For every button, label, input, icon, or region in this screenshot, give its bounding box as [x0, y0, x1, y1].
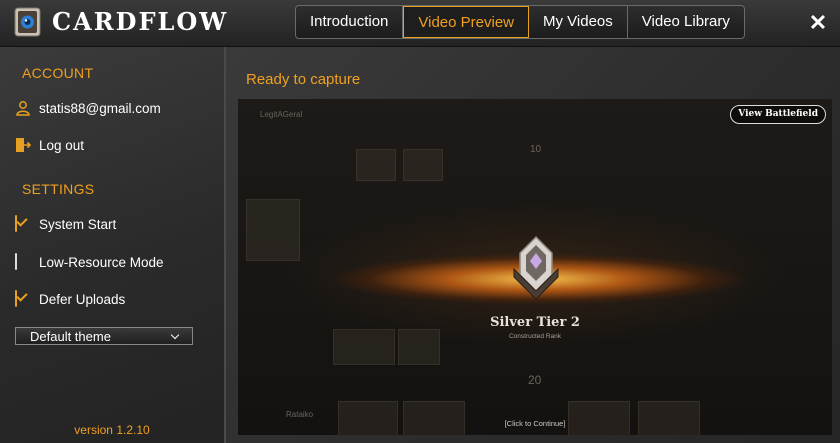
settings-section-title: SETTINGS [22, 181, 95, 197]
user-icon [16, 101, 30, 116]
low-resource-checkbox[interactable] [15, 253, 17, 270]
video-preview[interactable]: LegitAGeral 10 20 Rataiko Silver Tier 2 … [238, 99, 832, 435]
close-icon[interactable]: ✕ [804, 9, 832, 37]
tab-my-videos[interactable]: My Videos [529, 6, 628, 38]
tab-introduction[interactable]: Introduction [296, 6, 404, 38]
setting-label: System Start [39, 216, 117, 232]
player-name: Rataiko [286, 410, 314, 419]
continue-prompt[interactable]: [Click to Continue] [238, 419, 832, 428]
rank-subtitle: Constructed Rank [508, 333, 562, 340]
logout-icon [16, 138, 31, 152]
board-card [403, 149, 443, 181]
setting-label: Low-Resource Mode [39, 254, 164, 270]
title-bar: CARDFLOW Introduction Video Preview My V… [0, 0, 840, 47]
setting-low-resource-mode[interactable]: Low-Resource Mode [15, 251, 164, 273]
logout-label: Log out [39, 137, 85, 153]
tab-video-preview[interactable]: Video Preview [403, 6, 530, 38]
board-card [338, 401, 398, 435]
main-tabs: Introduction Video Preview My Videos Vid… [295, 5, 745, 39]
setting-label: Defer Uploads [39, 291, 126, 307]
setting-defer-uploads[interactable]: Defer Uploads [15, 288, 125, 310]
board-card [356, 149, 396, 181]
board-card [403, 401, 465, 435]
theme-select-value: Default theme [30, 329, 111, 344]
rank-title: Silver Tier 2 [490, 315, 580, 330]
defer-uploads-checkbox[interactable] [15, 290, 28, 307]
app-logo-icon [14, 7, 41, 37]
main-panel: Ready to capture LegitAGeral 10 20 Ratai… [226, 47, 840, 443]
tab-video-library[interactable]: Video Library [628, 6, 744, 38]
capture-status: Ready to capture [246, 71, 361, 88]
account-email: statis88@gmail.com [39, 100, 161, 116]
version-label: version 1.2.10 [74, 423, 150, 437]
chevron-down-icon [170, 330, 180, 340]
board-card [638, 401, 700, 435]
view-battlefield-button[interactable]: View Battlefield [730, 105, 826, 124]
player-life: 20 [528, 373, 542, 387]
app-title: CARDFLOW [52, 7, 229, 36]
board-card [568, 401, 630, 435]
logout-button[interactable]: Log out [15, 134, 84, 156]
account-section-title: ACCOUNT [22, 65, 94, 81]
opponent-life: 10 [530, 144, 542, 155]
silver-rank-emblem-icon [513, 235, 559, 300]
account-email-row: statis88@gmail.com [15, 97, 161, 119]
theme-select[interactable]: Default theme [15, 327, 193, 345]
sidebar: ACCOUNT statis88@gmail.com Log out SETTI… [0, 47, 226, 443]
setting-system-start[interactable]: System Start [15, 213, 116, 235]
opponent-name: LegitAGeral [260, 110, 303, 119]
system-start-checkbox[interactable] [15, 215, 28, 232]
